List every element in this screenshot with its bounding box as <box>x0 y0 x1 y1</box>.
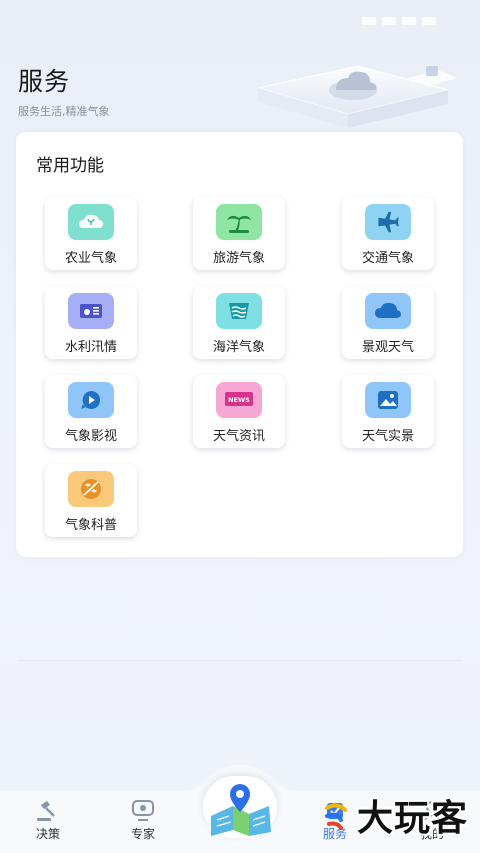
news-icon: NEWS <box>216 382 262 418</box>
landscape-weather-button[interactable]: 景观天气 <box>342 286 434 359</box>
photo-icon <box>365 382 411 418</box>
tab-label: 决策 <box>35 827 60 841</box>
watermark-text: 大玩客 <box>356 798 468 839</box>
common-functions-card: 常用功能 农业气象 旅游气象 交通气象 水利汛情 海洋气象 景观天气 气象影视 … <box>16 132 463 557</box>
map-location-icon <box>211 784 271 836</box>
tile-label: 水利汛情 <box>64 340 117 355</box>
divider <box>18 660 462 661</box>
airplane-icon <box>365 204 411 240</box>
weather-live-view-button[interactable]: 天气实景 <box>342 375 434 448</box>
tile-label: 海洋气象 <box>212 340 265 355</box>
tile-label: 农业气象 <box>64 251 117 266</box>
traffic-weather-button[interactable]: 交通气象 <box>342 197 434 270</box>
status-indicators <box>356 10 466 25</box>
tab-label: 专家 <box>130 827 155 841</box>
tourism-weather-button[interactable]: 旅游气象 <box>193 197 285 270</box>
tile-label: 旅游气象 <box>212 251 265 266</box>
tile-label: 天气资讯 <box>212 429 265 444</box>
ocean-waves-icon <box>216 293 262 329</box>
tile-label: 天气实景 <box>361 429 414 444</box>
water-gauge-icon <box>68 293 114 329</box>
weather-news-button[interactable]: NEWS 天气资讯 <box>193 375 285 448</box>
watermark-swirl-logo <box>325 803 347 830</box>
card-title: 常用功能 <box>36 156 104 176</box>
weather-video-button[interactable]: 气象影视 <box>45 375 137 448</box>
map-location-button[interactable] <box>203 776 277 838</box>
tile-label: 气象科普 <box>64 518 117 533</box>
gavel-icon <box>37 801 55 821</box>
tile-label: 气象影视 <box>64 429 117 444</box>
agriculture-icon <box>68 204 114 240</box>
page-title: 服务 <box>18 67 71 96</box>
background-band <box>0 560 480 790</box>
palm-tree-icon <box>216 204 262 240</box>
science-icon <box>68 471 114 507</box>
ocean-weather-button[interactable]: 海洋气象 <box>193 286 285 359</box>
svg-text:NEWS: NEWS <box>228 396 250 404</box>
expert-icon <box>132 800 154 821</box>
agriculture-weather-button[interactable]: 农业气象 <box>45 197 137 270</box>
cloud-icon <box>365 293 411 329</box>
water-conservancy-button[interactable]: 水利汛情 <box>45 286 137 359</box>
status-bar <box>0 0 480 30</box>
tab-decision[interactable]: 决策 <box>13 799 83 849</box>
video-play-icon <box>68 382 114 418</box>
tile-label: 景观天气 <box>361 340 414 355</box>
weather-science-button[interactable]: 气象科普 <box>45 464 137 537</box>
page-subtitle: 服务生活,精准气象 <box>18 105 110 118</box>
tab-expert[interactable]: 专家 <box>108 799 178 849</box>
tile-label: 交通气象 <box>361 251 414 266</box>
